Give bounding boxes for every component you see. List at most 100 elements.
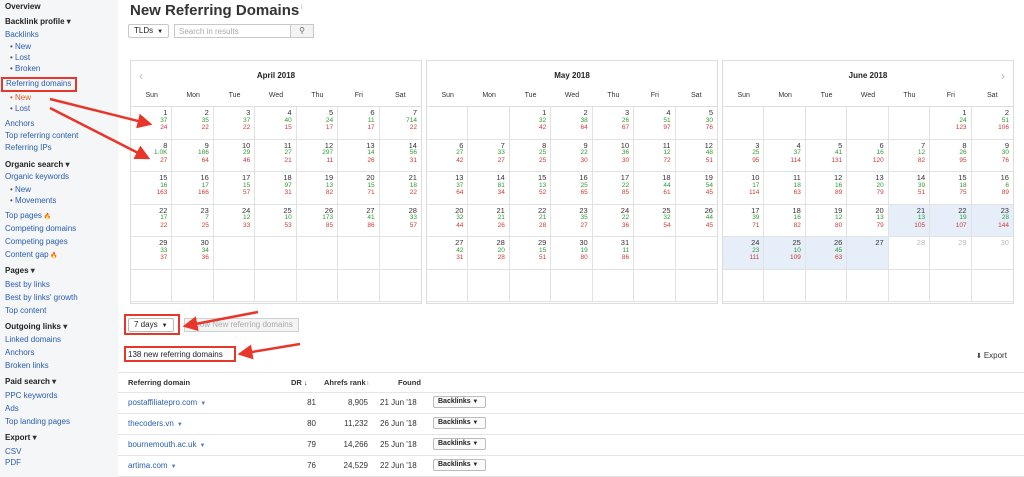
calendar-day[interactable]: 27 42 31 <box>427 237 469 270</box>
backlinks-dropdown-button[interactable]: Backlinks ▼ <box>433 396 486 408</box>
calendar-day[interactable]: 8 1.0K 27 <box>131 139 173 172</box>
calendar-day[interactable]: 14 56 31 <box>379 140 421 172</box>
calendar-day[interactable]: 20 15 71 <box>338 172 380 205</box>
domain-link[interactable]: postaffiliatepro.com <box>128 398 197 407</box>
calendar-day[interactable]: 7 12 82 <box>888 139 931 172</box>
calendar-day[interactable]: 6 27 42 <box>427 139 469 172</box>
calendar-day[interactable]: 26 173 85 <box>296 204 339 237</box>
sidebar-item-content-gap[interactable]: Content gap <box>5 250 58 261</box>
calendar-day[interactable]: 7 33 27 <box>468 139 510 172</box>
calendar-day[interactable]: 25 32 54 <box>634 204 676 237</box>
sidebar-item-best-by-links-growth[interactable]: Best by links' growth <box>5 293 78 303</box>
calendar-day[interactable]: 4 37 114 <box>764 139 806 172</box>
calendar-day[interactable]: 23 7 25 <box>172 204 214 237</box>
sidebar-overview[interactable]: Overview <box>5 2 41 12</box>
calendar-day[interactable]: 18 44 61 <box>634 172 676 205</box>
calendar-day[interactable]: 17 15 57 <box>213 172 256 205</box>
calendar-day[interactable]: 9 22 30 <box>551 139 593 172</box>
calendar-day[interactable]: 30 <box>971 237 1013 270</box>
calendar-day[interactable]: 7 714 22 <box>379 107 421 140</box>
domain-link[interactable]: thecoders.vn <box>128 419 174 428</box>
calendar-day[interactable]: 25 10 53 <box>255 204 297 237</box>
sidebar-item-competing-domains[interactable]: Competing domains <box>5 224 76 234</box>
sidebar-item-ppc-keywords[interactable]: PPC keywords <box>5 391 57 401</box>
backlinks-dropdown-button[interactable]: Backlinks ▼ <box>433 438 486 450</box>
sidebar-export-heading[interactable]: Export <box>5 433 37 443</box>
calendar-day[interactable]: 26 44 45 <box>675 205 717 237</box>
calendar-day[interactable]: 15 16 163 <box>131 172 173 205</box>
calendar-day[interactable]: 24 22 36 <box>592 204 635 237</box>
table-row-domain[interactable]: bournemouth.ac.uk ▼ <box>128 440 205 449</box>
calendar-day[interactable]: 31 11 86 <box>592 237 635 270</box>
calendar-day[interactable]: 29 <box>930 237 972 270</box>
calendar-day[interactable]: 13 14 26 <box>338 139 380 172</box>
calendar-day[interactable]: 30 34 36 <box>172 237 214 270</box>
sidebar-item-top-content[interactable]: Top content <box>5 306 46 316</box>
calendar-day[interactable]: 24 23 111 <box>723 237 765 270</box>
calendar-day[interactable]: 17 22 85 <box>592 172 635 205</box>
calendar-day[interactable]: 28 <box>888 237 931 270</box>
calendar-day[interactable]: 4 40 15 <box>255 107 297 140</box>
calendar-day[interactable]: 22 19 107 <box>930 204 972 237</box>
sidebar-item-broken-links[interactable]: Broken links <box>5 361 49 371</box>
calendar-day[interactable]: 15 18 75 <box>930 172 972 205</box>
calendar-day[interactable]: 6 16 120 <box>847 139 889 172</box>
calendar-day[interactable]: 2 38 64 <box>551 107 593 140</box>
calendar-day[interactable]: 23 28 144 <box>971 204 1013 237</box>
sidebar-item-top-landing-pages[interactable]: Top landing pages <box>5 417 70 427</box>
calendar-day[interactable]: 13 20 79 <box>847 172 889 205</box>
sidebar-pages-heading[interactable]: Pages <box>5 266 35 276</box>
column-header-ahrefs-rank[interactable]: Ahrefs rank i <box>324 378 368 387</box>
sidebar-item-anchors-outgoing[interactable]: Anchors <box>5 348 34 358</box>
calendar-day[interactable]: 15 13 52 <box>509 172 552 205</box>
calendar-day[interactable]: 2 35 22 <box>172 107 214 140</box>
sidebar-item-organic-keywords-movements[interactable]: Movements <box>10 196 56 206</box>
calendar-day[interactable]: 3 37 22 <box>213 107 256 140</box>
calendar-day[interactable]: 25 10 109 <box>764 237 806 270</box>
calendar-day[interactable]: 11 18 63 <box>764 172 806 205</box>
calendar-day[interactable]: 6 11 17 <box>338 107 380 140</box>
calendar-day[interactable]: 4 51 97 <box>634 107 676 140</box>
column-header-found[interactable]: Found <box>398 378 421 387</box>
calendar-day[interactable]: 11 12 72 <box>634 139 676 172</box>
domain-link[interactable]: artima.com <box>128 461 168 470</box>
calendar-day[interactable]: 18 16 82 <box>764 204 806 237</box>
sidebar-item-best-by-links[interactable]: Best by links <box>5 280 50 290</box>
search-button[interactable]: ⚲ <box>290 24 314 38</box>
calendar-day[interactable]: 30 19 80 <box>551 237 593 270</box>
calendar-day[interactable]: 22 17 22 <box>131 204 173 237</box>
backlinks-dropdown-button[interactable]: Backlinks ▼ <box>433 459 486 471</box>
calendar-day[interactable]: 12 297 11 <box>296 139 339 172</box>
calendar-day[interactable]: 5 30 76 <box>675 107 717 140</box>
calendar-day[interactable]: 3 26 67 <box>592 107 635 140</box>
calendar-day[interactable]: 19 54 45 <box>675 172 717 205</box>
calendar-day[interactable]: 23 35 27 <box>551 204 593 237</box>
calendar-day[interactable]: 22 21 28 <box>509 204 552 237</box>
calendar-day[interactable]: 19 12 80 <box>805 204 848 237</box>
sidebar-item-backlinks-new[interactable]: New <box>10 42 31 52</box>
calendar-day[interactable]: 21 13 105 <box>888 204 931 237</box>
calendar-day[interactable]: 14 39 51 <box>888 172 931 205</box>
table-row-domain[interactable]: artima.com ▼ <box>128 461 177 470</box>
calendar-day[interactable]: 26 45 63 <box>805 237 848 270</box>
sidebar-item-referring-domains-lost[interactable]: Lost <box>10 104 30 114</box>
calendar-day[interactable]: 5 41 131 <box>805 139 848 172</box>
sidebar-organic-search-heading[interactable]: Organic search <box>5 160 70 170</box>
sidebar-item-backlinks-lost[interactable]: Lost <box>10 53 30 63</box>
caret-down-icon[interactable]: ▼ <box>171 464 177 470</box>
sidebar-item-ads[interactable]: Ads <box>5 404 19 414</box>
calendar-day[interactable]: 14 81 34 <box>468 172 510 205</box>
sidebar-item-pdf[interactable]: PDF <box>5 458 21 468</box>
calendar-day[interactable]: 24 12 33 <box>213 204 256 237</box>
table-row-domain[interactable]: thecoders.vn ▼ <box>128 419 183 428</box>
calendar-day[interactable]: 28 33 57 <box>379 205 421 237</box>
backlinks-dropdown-button[interactable]: Backlinks ▼ <box>433 417 486 429</box>
sidebar-item-top-referring-content[interactable]: Top referring content <box>5 131 78 141</box>
sidebar-outgoing-links-heading[interactable]: Outgoing links <box>5 322 67 332</box>
calendar-day[interactable]: 29 33 37 <box>131 237 173 270</box>
column-header-dr[interactable]: DR ↓ <box>291 378 308 387</box>
calendar-day[interactable]: 13 37 64 <box>427 172 469 205</box>
calendar-day[interactable]: 29 15 51 <box>509 237 552 270</box>
calendar-day[interactable]: 12 16 89 <box>805 172 848 205</box>
calendar-day[interactable]: 21 21 26 <box>468 204 510 237</box>
